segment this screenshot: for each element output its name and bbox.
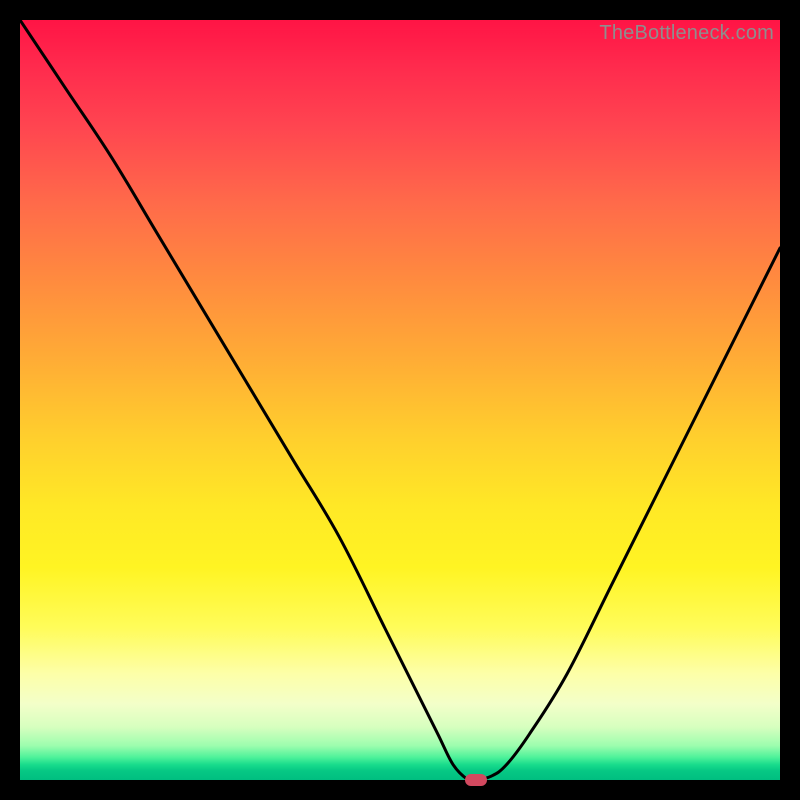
chart-frame: TheBottleneck.com — [0, 0, 800, 800]
optimal-point-marker — [465, 774, 487, 786]
plot-area: TheBottleneck.com — [20, 20, 780, 780]
bottleneck-curve — [20, 20, 780, 780]
